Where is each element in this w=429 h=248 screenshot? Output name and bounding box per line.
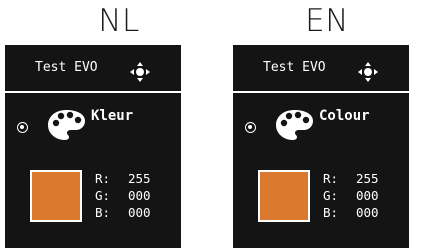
green-value: 000 [356, 188, 379, 203]
rgb-values: R: 255 G: 000 B: 000 [323, 170, 379, 221]
green-label: G: [323, 188, 339, 203]
four-way-arrows-icon[interactable] [357, 61, 379, 83]
item-radio-button[interactable] [17, 122, 28, 133]
color-swatch [258, 170, 310, 222]
green-value: 000 [128, 188, 151, 203]
blue-value: 000 [356, 205, 379, 220]
rgb-values: R: 255 G: 000 B: 000 [95, 170, 151, 221]
language-label: EN [305, 3, 349, 39]
item-label: Kleur [91, 108, 134, 124]
green-label: G: [95, 188, 111, 203]
screen-title: Test EVO [263, 60, 326, 75]
palette-icon [276, 110, 313, 140]
red-label: R: [95, 171, 111, 186]
blue-label: B: [95, 205, 111, 220]
red-value: 255 [356, 171, 379, 186]
red-label: R: [323, 171, 339, 186]
blue-value: 000 [128, 205, 151, 220]
palette-icon [48, 110, 85, 140]
color-swatch [30, 170, 82, 222]
device-screen: Test EVO Kleur R: 255 G: 000 B: 000 [5, 45, 181, 248]
red-value: 255 [128, 171, 151, 186]
item-label: Colour [319, 108, 370, 124]
screen-title: Test EVO [35, 60, 98, 75]
item-radio-button[interactable] [245, 122, 256, 133]
blue-label: B: [323, 205, 339, 220]
title-divider [5, 91, 181, 93]
device-screen: Test EVO Colour R: 255 G: 000 B: 000 [233, 45, 409, 248]
language-label: NL [98, 3, 140, 39]
four-way-arrows-icon[interactable] [129, 61, 151, 83]
title-divider [233, 91, 409, 93]
